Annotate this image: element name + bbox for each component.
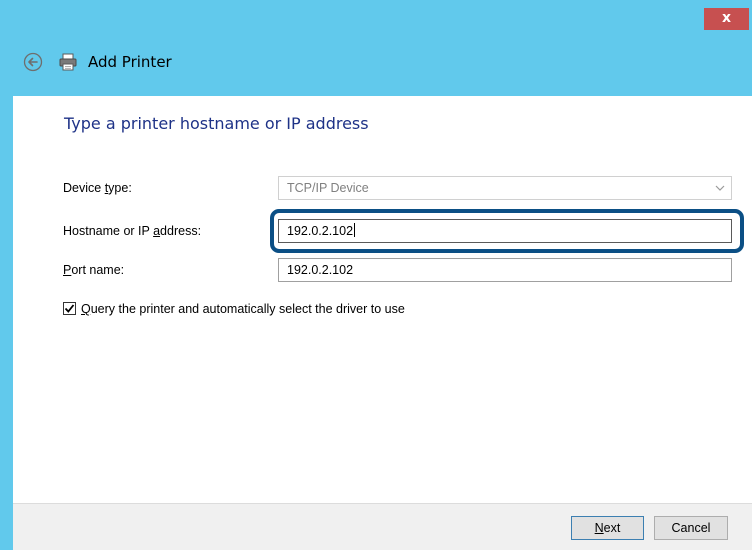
port-name-value: 192.0.2.102 [287, 263, 354, 277]
wizard-content: Type a printer hostname or IP address De… [13, 96, 752, 550]
printer-icon [58, 52, 78, 72]
device-type-value: TCP/IP Device [287, 181, 369, 195]
add-printer-window: x Add Printer Type a printer hostname or… [0, 0, 752, 550]
back-arrow-icon [23, 52, 43, 72]
hostname-label: Hostname or IP address: [63, 224, 202, 238]
next-button[interactable]: Next [571, 516, 644, 540]
close-button[interactable]: x [704, 8, 749, 30]
hostname-input[interactable]: 192.0.2.102 [278, 219, 732, 243]
cancel-button[interactable]: Cancel [654, 516, 728, 540]
port-name-label: Port name: [63, 263, 125, 277]
hostname-value: 192.0.2.102 [287, 224, 354, 238]
wizard-footer: Next Cancel [13, 503, 752, 550]
text-caret [354, 223, 356, 237]
window-title: Add Printer [88, 53, 172, 71]
checkmark-icon [64, 304, 75, 313]
device-type-label: Device type: [63, 181, 132, 195]
page-heading: Type a printer hostname or IP address [64, 114, 369, 133]
port-name-input[interactable]: 192.0.2.102 [278, 258, 732, 282]
query-printer-checkbox[interactable] [63, 302, 76, 315]
chevron-down-icon [715, 180, 725, 200]
query-printer-label[interactable]: Query the printer and automatically sele… [81, 301, 405, 317]
device-type-select[interactable]: TCP/IP Device [278, 176, 732, 200]
close-icon: x [721, 10, 732, 26]
back-button[interactable] [23, 52, 43, 72]
